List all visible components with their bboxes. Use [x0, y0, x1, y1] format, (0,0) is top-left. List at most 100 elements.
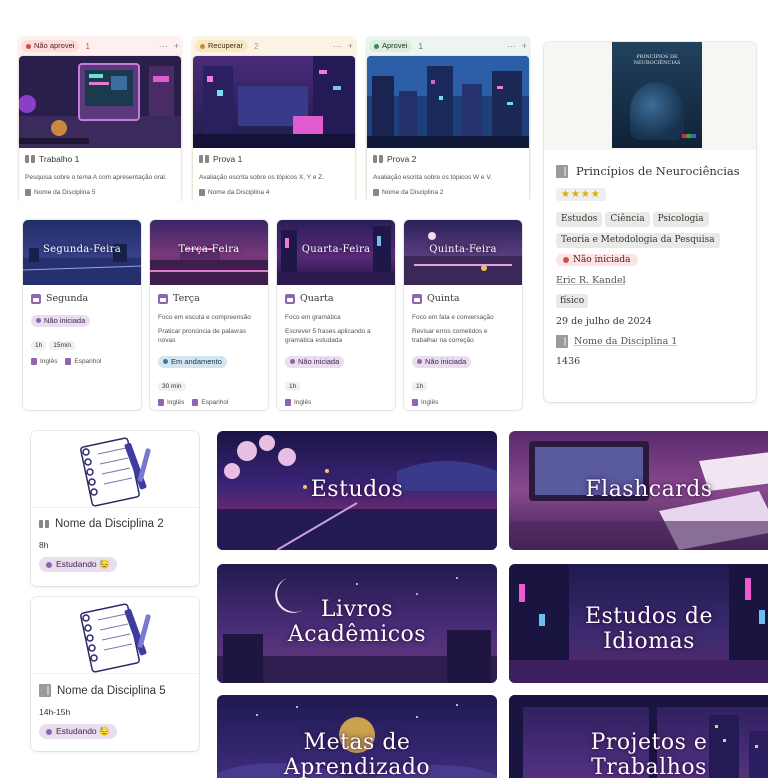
column-count: 1: [418, 41, 423, 51]
language-link[interactable]: Inglês: [294, 399, 311, 406]
day-title: Quarta: [300, 293, 334, 304]
more-icon[interactable]: ···: [333, 41, 342, 51]
duration-chip: 1h: [285, 382, 301, 391]
card-cover-image: [19, 56, 181, 148]
day-cover-image: Quarta-Feira: [277, 220, 395, 285]
day-cover-image: Terça-Feira: [150, 220, 268, 285]
day-task: Escrever 5 frases aplicando a gramática …: [285, 328, 371, 344]
add-icon[interactable]: +: [174, 41, 179, 51]
book-icon: [25, 189, 31, 196]
kanban-column-header: Não aprovei 1 ··· +: [17, 36, 183, 56]
day-task: Praticar pronúncia de palavras novas: [158, 328, 247, 344]
day-card-quinta[interactable]: Quinta-Feira Quinta Foco em fala e conve…: [404, 220, 522, 410]
add-icon[interactable]: +: [348, 41, 353, 51]
book-format: físico: [556, 294, 589, 308]
book-date: 29 de julho de 2024: [556, 316, 652, 327]
subject-title: Nome da Disciplina 2: [55, 518, 164, 530]
tile-estudos-idiomas[interactable]: Estudos de Idiomas: [509, 564, 768, 683]
status-tag[interactable]: Estudando 😓: [39, 557, 117, 572]
card-subject[interactable]: Nome da Disciplina 5: [34, 189, 95, 196]
subject-card[interactable]: Nome da Disciplina 2 8h Estudando 😓: [31, 431, 199, 586]
status-tag[interactable]: Não iniciada: [285, 355, 345, 368]
day-cover-label: Segunda-Feira: [43, 244, 121, 255]
card-cover-image: [367, 56, 529, 148]
status-tag[interactable]: Não iniciada: [412, 355, 472, 368]
day-title: Terça: [173, 293, 200, 304]
card-subject[interactable]: Nome da Disciplina 2: [382, 189, 443, 196]
status-tag-label: Não iniciada: [298, 356, 340, 366]
rating-stars: ★★★★: [556, 188, 606, 201]
book-subject[interactable]: Nome da Disciplina 1: [574, 336, 677, 347]
duration-chip: 15min: [49, 341, 75, 350]
tile-estudos[interactable]: Estudos: [217, 431, 497, 550]
book-icon: [199, 189, 205, 196]
subject-card[interactable]: Nome da Disciplina 5 14h-15h Estudando 😓: [31, 597, 199, 751]
language-link[interactable]: Inglês: [40, 358, 57, 365]
kanban-card[interactable]: Prova 1 Avaliação escrita sobre os tópic…: [193, 56, 355, 202]
more-icon[interactable]: ···: [159, 41, 168, 51]
status-tag[interactable]: Recuperar: [195, 40, 249, 52]
tile-livros-academicos[interactable]: Livros Acadêmicos: [217, 564, 497, 683]
book-icon: [65, 358, 72, 365]
status-tag-label: Não iniciada: [425, 356, 467, 366]
book-icon: [556, 335, 568, 348]
book-tag[interactable]: Teoria e Metodologia da Pesquisa: [556, 233, 720, 248]
book-cover: PRINCÍPIOS DE NEUROCIÊNCIAS: [544, 42, 756, 150]
kanban-column-aprovei: Aprovei 1 ··· + Prova 2 Avaliação escrita…: [365, 36, 531, 202]
card-description: Avaliação escrita sobre os tópicos X, Y …: [199, 174, 325, 181]
language-link[interactable]: Inglês: [421, 399, 438, 406]
status-tag[interactable]: Aprovei: [369, 40, 413, 52]
card-title: Prova 1: [213, 154, 243, 164]
status-tag[interactable]: Não iniciada: [556, 254, 638, 266]
day-cover-label: Quarta-Feira: [301, 244, 371, 255]
book-icon: [556, 164, 568, 178]
calendar-icon: [31, 293, 41, 304]
book-card[interactable]: PRINCÍPIOS DE NEUROCIÊNCIAS Princípios d…: [544, 42, 756, 402]
language-link[interactable]: Espanhol: [74, 358, 101, 365]
book-icon: [373, 189, 379, 196]
kanban-column-nao-aprovei: Não aprovei 1 ··· + Trabalho 1 Pesquisa s…: [17, 36, 183, 202]
day-card-terca[interactable]: Terça-Feira Terça Foco em escuta e compr…: [150, 220, 268, 410]
book-tag[interactable]: Estudos: [556, 212, 603, 227]
book-icon: [158, 399, 164, 406]
subject-time: 8h: [39, 540, 49, 550]
language-link[interactable]: Espanhol: [201, 399, 228, 406]
status-tag[interactable]: Não iniciada: [31, 314, 91, 327]
card-description: Avaliação escrita sobre os tópicos W e V…: [373, 174, 492, 181]
book-author[interactable]: Eric R. Kandel: [556, 275, 626, 286]
card-subject[interactable]: Nome da Disciplina 4: [208, 189, 269, 196]
book-title: Princípios de Neurociências: [576, 164, 740, 178]
column-count: 2: [254, 41, 259, 51]
day-title: Segunda: [46, 293, 89, 304]
book-tag[interactable]: Psicologia: [652, 212, 709, 227]
kanban-card[interactable]: Trabalho 1 Pesquisa sobre o tema A com a…: [19, 56, 181, 202]
day-card-quarta[interactable]: Quarta-Feira Quarta Foco em gramática Es…: [277, 220, 395, 410]
book-icon: [285, 399, 291, 406]
status-tag-label: Recuperar: [208, 41, 244, 50]
book-open-icon: [373, 155, 383, 163]
kanban-card[interactable]: Prova 2 Avaliação escrita sobre os tópic…: [367, 56, 529, 202]
book-tag[interactable]: Ciência: [605, 212, 650, 227]
tile-flashcards[interactable]: Flashcards: [509, 431, 768, 550]
day-cover-label: Terça-Feira: [178, 244, 240, 255]
day-focus: Foco em escuta e compreensão: [158, 314, 251, 321]
add-icon[interactable]: +: [522, 41, 527, 51]
card-title: Trabalho 1: [39, 154, 80, 164]
more-icon[interactable]: ···: [507, 41, 516, 51]
tile-label-line2: Idiomas: [603, 629, 695, 654]
calendar-icon: [285, 293, 295, 304]
status-tag[interactable]: Não aprovei: [21, 40, 80, 52]
day-cover-image: Segunda-Feira: [23, 220, 141, 285]
status-tag[interactable]: Em andamento: [158, 355, 227, 368]
status-tag[interactable]: Estudando 😓: [39, 724, 117, 739]
tile-label-line2: Trabalhos: [591, 755, 707, 778]
book-open-icon: [25, 155, 35, 163]
tile-label-line1: Metas de: [303, 730, 411, 755]
tile-metas-aprendizado[interactable]: Metas de Aprendizado: [217, 695, 497, 778]
subject-time: 14h-15h: [39, 707, 71, 717]
tile-label-line1: Estudos de: [584, 604, 714, 629]
tile-projetos-trabalhos[interactable]: Projetos e Trabalhos: [509, 695, 768, 778]
kanban-column-header: Recuperar 2 ··· +: [191, 36, 357, 56]
language-link[interactable]: Inglês: [167, 399, 184, 406]
day-card-segunda[interactable]: Segunda-Feira Segunda Não iniciada 1h 15m…: [23, 220, 141, 410]
